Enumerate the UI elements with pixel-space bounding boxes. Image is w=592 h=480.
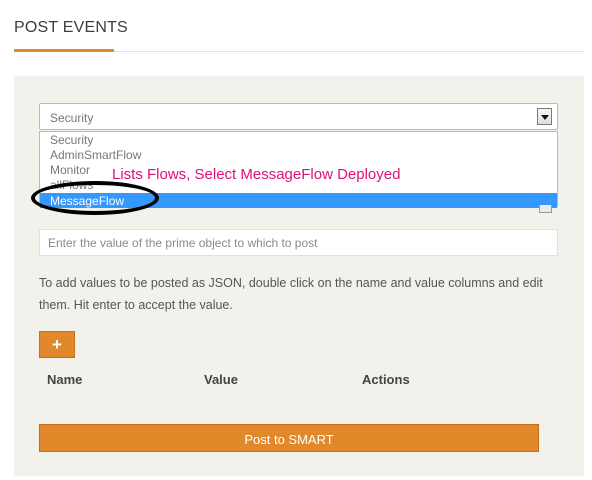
- plus-icon: +: [52, 335, 62, 354]
- help-text: To add values to be posted as JSON, doub…: [39, 276, 543, 312]
- page-header: POST EVENTS: [14, 0, 584, 52]
- add-row-button[interactable]: +: [39, 331, 75, 358]
- column-header-value: Value: [204, 372, 238, 387]
- page-title: POST EVENTS: [14, 19, 128, 36]
- post-to-smart-button[interactable]: Post to SMART: [39, 424, 539, 452]
- post-button-label: Post to SMART: [244, 432, 334, 447]
- dropdown-option-monitor[interactable]: Monitor: [50, 164, 90, 177]
- flow-select[interactable]: Security: [39, 103, 558, 130]
- hidden-select-arrow-edge: [539, 205, 552, 213]
- annotation-circle: [31, 181, 159, 215]
- flow-select-value: Security: [50, 111, 94, 125]
- title-underline: [14, 49, 114, 52]
- column-header-name: Name: [47, 372, 83, 387]
- dropdown-option-adminsmartflow[interactable]: AdminSmartFlow: [50, 149, 141, 162]
- chevron-down-icon[interactable]: [537, 108, 552, 125]
- prime-object-input[interactable]: [39, 229, 558, 256]
- annotation-label: Lists Flows, Select MessageFlow Deployed: [112, 166, 401, 183]
- column-header-actions: Actions: [362, 372, 410, 387]
- dropdown-option-security[interactable]: Security: [50, 134, 93, 147]
